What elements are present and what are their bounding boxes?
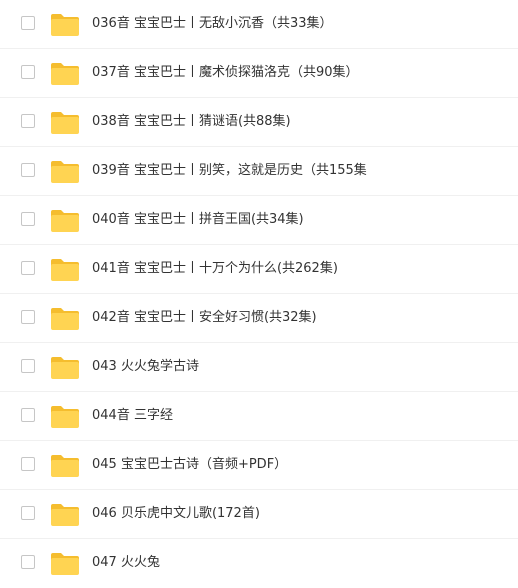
file-name[interactable]: 045 宝宝巴士古诗（音频+PDF） [92,456,287,474]
row-checkbox[interactable] [21,163,35,177]
file-name[interactable]: 042音 宝宝巴士丨安全好习惯(共32集) [92,309,317,327]
row-checkbox[interactable] [21,212,35,226]
file-name[interactable]: 040音 宝宝巴士丨拼音王国(共34集) [92,211,304,229]
folder-icon [50,13,80,37]
row-checkbox[interactable] [21,457,35,471]
file-row[interactable]: 041音 宝宝巴士丨十万个为什么(共262集) [0,245,518,294]
file-row[interactable]: 043 火火兔学古诗 [0,343,518,392]
file-row[interactable]: 039音 宝宝巴士丨别笑，这就是历史（共155集 [0,147,518,196]
folder-icon [50,552,80,576]
folder-icon [50,503,80,527]
folder-icon [50,160,80,184]
row-checkbox[interactable] [21,114,35,128]
file-row[interactable]: 038音 宝宝巴士丨猜谜语(共88集) [0,98,518,147]
file-name[interactable]: 046 贝乐虎中文儿歌(172首) [92,505,260,523]
row-checkbox[interactable] [21,261,35,275]
file-name[interactable]: 044音 三字经 [92,407,173,425]
row-checkbox[interactable] [21,310,35,324]
file-name[interactable]: 036音 宝宝巴士丨无敌小沉香（共33集） [92,15,333,33]
file-row[interactable]: 042音 宝宝巴士丨安全好习惯(共32集) [0,294,518,343]
folder-icon [50,405,80,429]
row-checkbox[interactable] [21,506,35,520]
folder-icon [50,258,80,282]
row-checkbox[interactable] [21,16,35,30]
file-row[interactable]: 047 火火兔 [0,539,518,588]
file-row[interactable]: 036音 宝宝巴士丨无敌小沉香（共33集） [0,0,518,49]
file-row[interactable]: 044音 三字经 [0,392,518,441]
file-name[interactable]: 041音 宝宝巴士丨十万个为什么(共262集) [92,260,338,278]
folder-icon [50,209,80,233]
file-row[interactable]: 040音 宝宝巴士丨拼音王国(共34集) [0,196,518,245]
folder-icon [50,62,80,86]
file-name[interactable]: 038音 宝宝巴士丨猜谜语(共88集) [92,113,291,131]
row-checkbox[interactable] [21,359,35,373]
file-name[interactable]: 039音 宝宝巴士丨别笑，这就是历史（共155集 [92,162,367,180]
folder-icon [50,111,80,135]
file-row[interactable]: 037音 宝宝巴士丨魔术侦探猫洛克（共90集） [0,49,518,98]
folder-icon [50,454,80,478]
file-row[interactable]: 045 宝宝巴士古诗（音频+PDF） [0,441,518,490]
file-name[interactable]: 047 火火兔 [92,554,160,572]
file-row[interactable]: 046 贝乐虎中文儿歌(172首) [0,490,518,539]
row-checkbox[interactable] [21,408,35,422]
row-checkbox[interactable] [21,555,35,569]
folder-icon [50,356,80,380]
file-name[interactable]: 037音 宝宝巴士丨魔术侦探猫洛克（共90集） [92,64,359,82]
file-name[interactable]: 043 火火兔学古诗 [92,358,199,376]
folder-icon [50,307,80,331]
row-checkbox[interactable] [21,65,35,79]
